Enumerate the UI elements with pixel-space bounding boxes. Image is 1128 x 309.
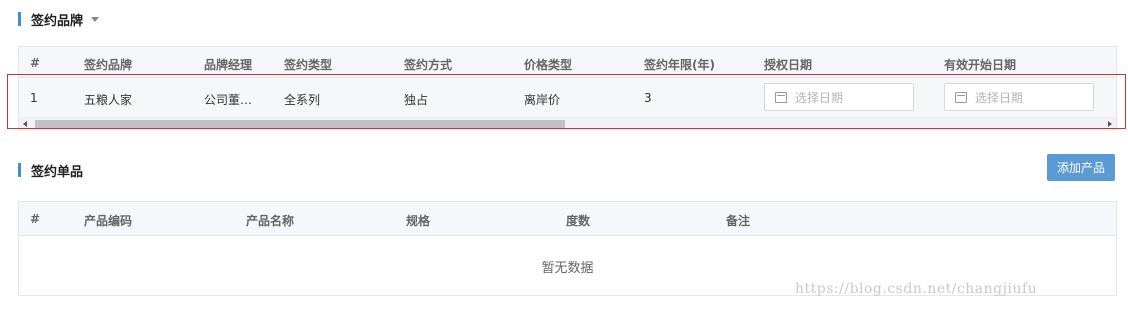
section-title-label: 签约单品 (31, 164, 84, 180)
column-header-name: 产品名称 (246, 214, 295, 228)
cell-brand: 五粮人家 (84, 93, 133, 107)
start-date-picker[interactable]: 选择日期 (944, 83, 1094, 111)
table-header: # 签约品牌 品牌经理 签约类型 签约方式 价格类型 签约年限(年) 授权日期 … (19, 47, 1116, 78)
cell-manager: 公司董… (204, 93, 253, 107)
scroll-right-arrow-icon[interactable] (1108, 121, 1112, 127)
cell-years: 3 (644, 91, 652, 105)
cell-index: 1 (30, 91, 38, 105)
column-header-index: # (30, 56, 41, 70)
auth-date-picker[interactable]: 选择日期 (764, 83, 914, 111)
brand-section-title[interactable]: 签约品牌 (18, 11, 100, 29)
product-section-title: 签约单品 (18, 162, 84, 180)
column-header-manager: 品牌经理 (204, 58, 253, 72)
caret-down-icon[interactable] (91, 16, 100, 22)
scroll-left-arrow-icon[interactable] (23, 121, 27, 127)
table-row[interactable]: 1 五粮人家 公司董… 全系列 独占 离岸价 3 选择日期 选择日期 (19, 78, 1116, 118)
column-header-years: 签约年限(年) (644, 58, 715, 72)
column-header-remark: 备注 (726, 214, 751, 228)
column-header-code: 产品编码 (84, 214, 133, 228)
calendar-icon (775, 91, 787, 103)
column-header-sign-method: 签约方式 (404, 58, 453, 72)
horizontal-scrollbar[interactable] (19, 118, 1116, 129)
calendar-icon (955, 91, 967, 103)
watermark-text: https://blog.csdn.net/changjiufu (795, 281, 1038, 297)
section-accent-bar (18, 12, 21, 26)
column-header-spec: 规格 (406, 214, 431, 228)
column-header-auth-date: 授权日期 (764, 58, 813, 72)
column-header-start-date: 有效开始日期 (944, 58, 1017, 72)
date-placeholder: 选择日期 (975, 90, 1024, 105)
cell-sign-method: 独占 (404, 93, 429, 107)
column-header-index: # (30, 212, 41, 226)
section-title-label: 签约品牌 (31, 13, 84, 29)
column-header-price-type: 价格类型 (524, 58, 573, 72)
date-placeholder: 选择日期 (795, 90, 844, 105)
brand-table: # 签约品牌 品牌经理 签约类型 签约方式 价格类型 签约年限(年) 授权日期 … (18, 46, 1117, 130)
section-accent-bar (18, 163, 21, 177)
scrollbar-thumb[interactable] (35, 120, 565, 129)
column-header-brand: 签约品牌 (84, 58, 133, 72)
cell-sign-type: 全系列 (284, 93, 321, 107)
table-header: # 产品编码 产品名称 规格 度数 备注 (19, 202, 1116, 236)
column-header-sign-type: 签约类型 (284, 58, 333, 72)
add-product-button[interactable]: 添加产品 (1047, 154, 1115, 181)
column-header-degree: 度数 (566, 214, 591, 228)
cell-price-type: 离岸价 (524, 93, 561, 107)
